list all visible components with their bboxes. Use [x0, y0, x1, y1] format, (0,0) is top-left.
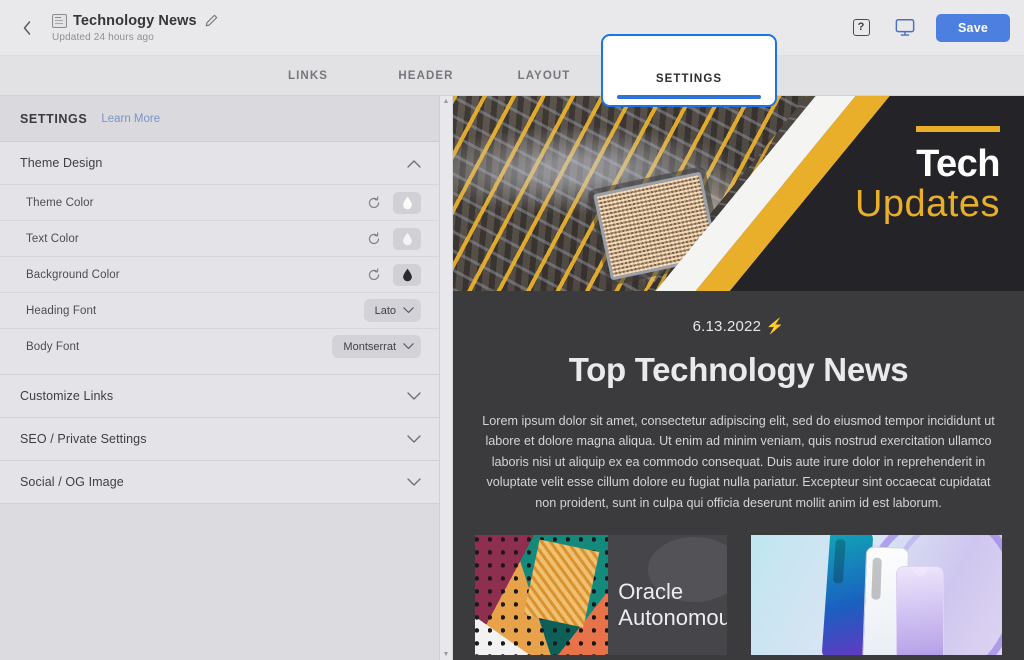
section-title: SEO / Private Settings — [20, 432, 147, 446]
main-body: SETTINGS Learn More Theme Design T — [0, 96, 1024, 660]
pencil-icon[interactable] — [205, 14, 218, 27]
body-font-value: Montserrat — [343, 341, 396, 353]
tab-bar: LINKS HEADER LAYOUT SETTINGS — [0, 56, 1024, 96]
section-header-customize-links[interactable]: Customize Links — [0, 375, 439, 417]
document-info: Technology News Updated 24 hours ago — [52, 13, 218, 43]
chevron-left-icon — [21, 20, 33, 36]
preview-content: Tech Updates 6.13.2022 ⚡ Top Technology … — [453, 96, 1024, 660]
card-grid: Oracle Autonomous — [453, 513, 1024, 655]
chevron-down-icon — [403, 343, 414, 350]
section-social-og-image: Social / OG Image — [0, 461, 439, 504]
article-date: 6.13.2022 ⚡ — [477, 317, 1000, 335]
row-controls — [367, 228, 421, 250]
setting-label: Background Color — [26, 269, 120, 281]
setting-label: Body Font — [26, 341, 79, 353]
app-window: Technology News Updated 24 hours ago ? — [0, 0, 1024, 660]
section-title: Theme Design — [20, 156, 103, 170]
preview-button[interactable] — [892, 15, 918, 41]
tab-links[interactable]: LINKS — [249, 56, 367, 95]
panel-empty-area — [0, 504, 439, 660]
settings-panel: SETTINGS Learn More Theme Design T — [0, 96, 440, 660]
heading-font-select[interactable]: Lato — [364, 299, 421, 322]
chevron-down-icon — [407, 435, 421, 444]
monitor-icon — [895, 18, 915, 37]
setting-label: Text Color — [26, 233, 79, 245]
droplet-icon — [402, 268, 413, 282]
preview-scrollbar[interactable]: ▲ ▼ — [440, 96, 453, 660]
color-swatch-background-color[interactable] — [393, 264, 421, 286]
section-seo-private-settings: SEO / Private Settings — [0, 418, 439, 461]
chevron-down-icon — [407, 392, 421, 401]
droplet-icon — [402, 232, 413, 246]
camera-module-icon — [871, 557, 882, 599]
camera-module-icon — [833, 540, 846, 585]
chevron-up-icon — [407, 159, 421, 168]
article-body: Lorem ipsum dolor sit amet, consectetur … — [477, 411, 1000, 513]
setting-label: Heading Font — [26, 305, 96, 317]
section-header-seo-private-settings[interactable]: SEO / Private Settings — [0, 418, 439, 460]
top-bar: Technology News Updated 24 hours ago ? — [0, 0, 1024, 56]
row-controls — [367, 264, 421, 286]
article-title: Top Technology News — [477, 351, 1000, 389]
settings-heading: SETTINGS — [20, 112, 87, 126]
section-header-social-og-image[interactable]: Social / OG Image — [0, 461, 439, 503]
learn-more-link[interactable]: Learn More — [101, 113, 160, 125]
section-title: Social / OG Image — [20, 475, 124, 489]
phone-purple — [896, 566, 944, 655]
card-title: Oracle Autonomous — [618, 579, 726, 631]
abstract-art-thumbnail — [475, 535, 608, 655]
section-body-theme-design: Theme Color — [0, 184, 439, 374]
heading-font-value: Lato — [375, 305, 396, 317]
color-swatch-text-color[interactable] — [393, 228, 421, 250]
scroll-down-icon[interactable]: ▼ — [443, 651, 450, 658]
chevron-down-icon — [407, 478, 421, 487]
chevron-down-icon — [403, 307, 414, 314]
tab-layout[interactable]: LAYOUT — [485, 56, 603, 95]
banner-hero: Tech Updates — [453, 96, 1024, 291]
setting-row-body-font: Body Font Montserrat — [0, 328, 439, 364]
help-button[interactable]: ? — [848, 15, 874, 41]
card-oracle[interactable]: Oracle Autonomous — [475, 535, 727, 655]
scroll-up-icon[interactable]: ▲ — [443, 98, 450, 105]
reset-icon[interactable] — [367, 232, 381, 246]
help-icon: ? — [853, 19, 870, 36]
row-controls — [367, 192, 421, 214]
back-button[interactable] — [12, 13, 42, 43]
section-header-theme-design[interactable]: Theme Design — [0, 142, 439, 184]
reset-icon[interactable] — [367, 268, 381, 282]
section-customize-links: Customize Links — [0, 375, 439, 418]
color-swatch-theme-color[interactable] — [393, 192, 421, 214]
settings-panel-header: SETTINGS Learn More — [0, 96, 439, 142]
article-block: 6.13.2022 ⚡ Top Technology News Lorem ip… — [453, 291, 1024, 513]
article-icon — [52, 14, 67, 28]
reset-icon[interactable] — [367, 196, 381, 210]
updated-timestamp: Updated 24 hours ago — [52, 32, 218, 43]
banner-text-block: Tech Updates — [855, 126, 1000, 225]
save-button[interactable]: Save — [936, 14, 1010, 42]
tab-list: LINKS HEADER LAYOUT SETTINGS — [249, 56, 775, 95]
preview-pane: ▲ ▼ Tech Updates — [440, 96, 1024, 660]
setting-row-heading-font: Heading Font Lato — [0, 292, 439, 328]
page-title: Technology News — [73, 13, 197, 29]
card-text-area: Oracle Autonomous — [608, 535, 726, 655]
setting-row-text-color: Text Color — [0, 220, 439, 256]
tab-header[interactable]: HEADER — [367, 56, 485, 95]
banner-heading-bottom: Updates — [855, 185, 1000, 225]
section-title: Customize Links — [20, 389, 113, 403]
topbar-actions: ? Save — [848, 14, 1010, 42]
tab-settings[interactable]: SETTINGS — [601, 34, 777, 107]
setting-label: Theme Color — [26, 197, 94, 209]
accent-bar — [916, 126, 1000, 132]
banner-heading-top: Tech — [855, 146, 1000, 183]
setting-row-theme-color: Theme Color — [0, 184, 439, 220]
section-theme-design: Theme Design Theme Color — [0, 142, 439, 375]
droplet-icon — [402, 196, 413, 210]
body-font-select[interactable]: Montserrat — [332, 335, 421, 358]
setting-row-background-color: Background Color — [0, 256, 439, 292]
card-smartphones[interactable] — [751, 535, 1003, 655]
